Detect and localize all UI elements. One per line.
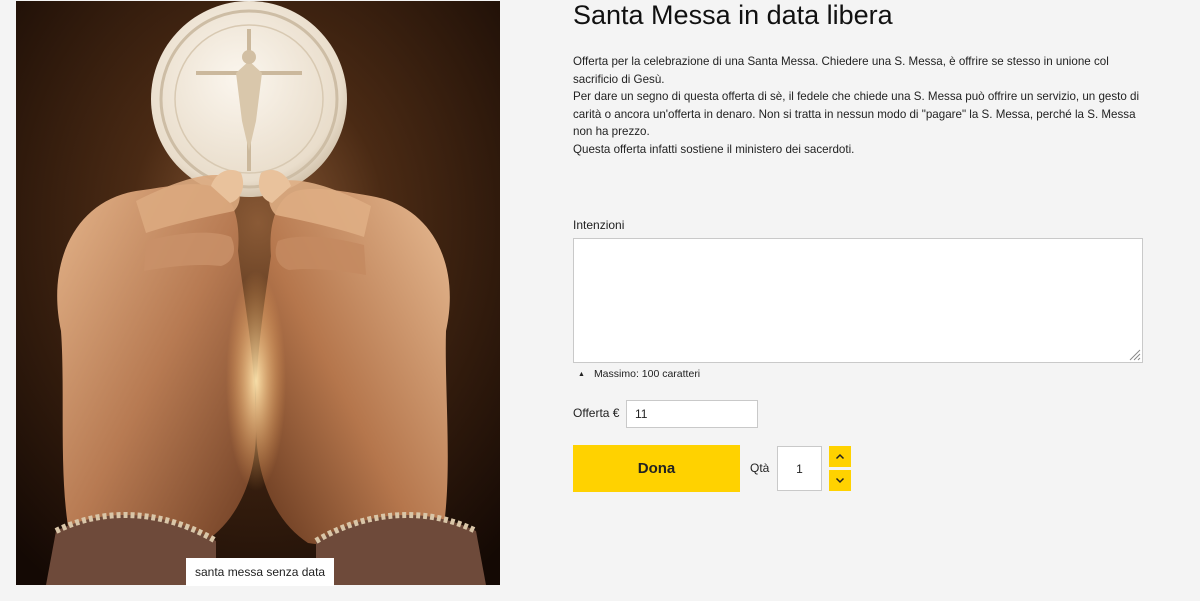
offer-amount-input[interactable] [626, 400, 758, 428]
quantity-increase-button[interactable] [829, 446, 851, 467]
char-limit-text: Massimo: 100 caratteri [593, 368, 701, 380]
product-description: Offerta per la celebrazione di una Santa… [573, 53, 1148, 158]
product-image [16, 1, 500, 585]
donate-button[interactable]: Dona [573, 445, 740, 492]
intentions-label: Intenzioni [573, 218, 625, 232]
image-caption: santa messa senza data [186, 558, 335, 586]
eucharist-host-photo [16, 1, 500, 585]
resize-grip-icon[interactable] [1127, 347, 1141, 361]
product-title: Santa Messa in data libera [573, 0, 893, 30]
description-paragraph: Per dare un segno di questa offerta di s… [573, 90, 1140, 138]
triangle-up-icon: ▲ [578, 371, 585, 378]
char-limit-hint: ▲ Massimo: 100 caratteri [578, 368, 700, 380]
description-paragraph: Questa offerta infatti sostiene il minis… [573, 142, 855, 156]
product-page: santa messa senza data Santa Messa in da… [0, 0, 1200, 601]
intentions-textarea[interactable] [573, 238, 1143, 363]
quantity-input[interactable] [777, 446, 822, 491]
quantity-decrease-button[interactable] [829, 470, 851, 491]
chevron-up-icon [835, 453, 845, 460]
offer-label: Offerta € [573, 406, 620, 420]
chevron-down-icon [835, 477, 845, 484]
description-paragraph: Offerta per la celebrazione di una Santa… [573, 55, 1109, 86]
quantity-label: Qtà [750, 461, 770, 475]
